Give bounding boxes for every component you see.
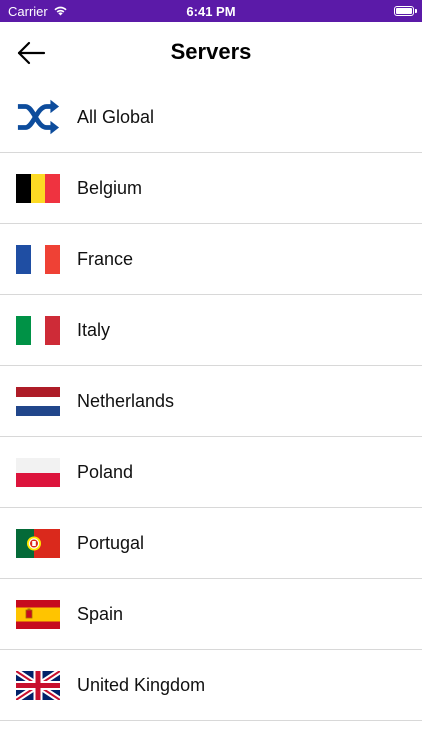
server-label: Poland [77,461,134,482]
status-bar: Carrier 6:41 PM [0,0,422,22]
server-label: Portugal [77,532,145,553]
server-label: France [77,248,134,269]
france-flag-icon [16,244,60,274]
server-label: Italy [77,319,111,340]
server-label: Belgium [77,177,143,198]
belgium-flag-icon [16,173,60,203]
navigation-bar: Servers [0,22,422,82]
server-label: Spain [77,603,124,624]
server-label: Netherlands [77,390,175,411]
server-row-italy[interactable]: Italy [0,295,422,366]
arrow-left-icon [17,41,46,65]
status-left: Carrier [8,4,68,19]
server-label: United Kingdom [77,674,206,695]
shuffle-icon [16,99,60,135]
server-row-spain[interactable]: Spain [0,579,422,650]
back-button[interactable] [14,36,48,70]
uk-flag-icon [16,670,60,700]
carrier-label: Carrier [8,3,48,19]
server-row-poland[interactable]: Poland [0,437,422,508]
netherlands-flag-icon [16,386,60,416]
page-title: Servers [170,39,252,64]
server-row-united-kingdom[interactable]: United Kingdom [0,650,422,721]
server-row-netherlands[interactable]: Netherlands [0,366,422,437]
server-row-belgium[interactable]: Belgium [0,153,422,224]
portugal-flag-icon [16,528,60,558]
server-label: All Global [77,106,155,127]
server-list: All Global Belgium France Italy Netherla… [0,82,422,721]
battery-icon [394,6,417,16]
wifi-icon [53,4,68,19]
server-row-france[interactable]: France [0,224,422,295]
server-row-all-global[interactable]: All Global [0,82,422,153]
italy-flag-icon [16,315,60,345]
server-row-portugal[interactable]: Portugal [0,508,422,579]
spain-flag-icon [16,599,60,629]
poland-flag-icon [16,457,60,487]
